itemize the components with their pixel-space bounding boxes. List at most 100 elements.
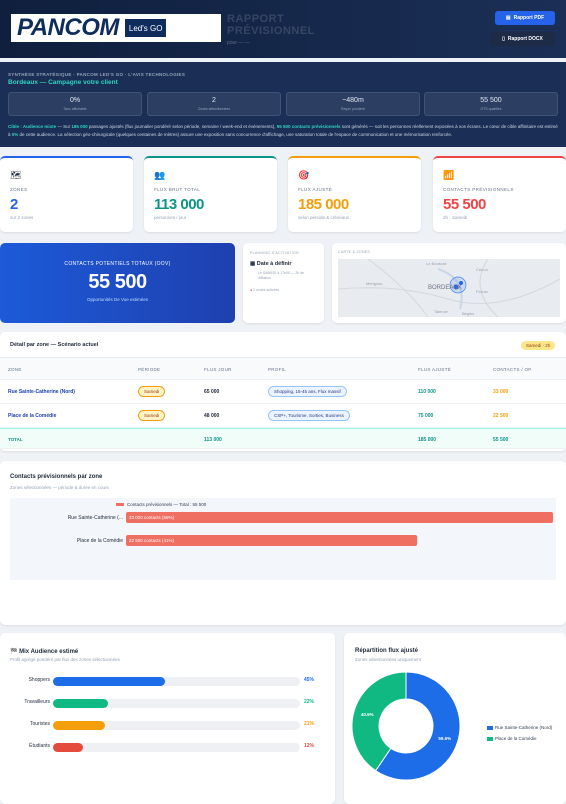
total-label: TOTAL bbox=[8, 437, 23, 442]
kpi-value: 0% bbox=[69, 97, 81, 104]
desc-part: de cette audience. La sélection géo-chir… bbox=[18, 132, 453, 137]
total-contacts-sub: Opportunités De Vue estimées bbox=[86, 297, 149, 302]
mix-row: Touristes 21% bbox=[0, 719, 335, 731]
total-contacts-card: CONTACTS POTENTIELS TOTAUX (OOV) 55 500 … bbox=[0, 243, 235, 323]
total-contacts-label: CONTACTS POTENTIELS TOTAUX (OOV) bbox=[64, 261, 171, 267]
period-pill: Samedi bbox=[138, 410, 166, 421]
kpi-radius: ~480m Rayon pondéré bbox=[286, 92, 420, 116]
mix-track bbox=[53, 743, 300, 752]
planning-date: ▦ Date à définir bbox=[250, 261, 292, 267]
table-column-headers: ZONE PÉRIODE FLUX JOUR PROFIL FLUX AJUST… bbox=[0, 358, 566, 380]
map-place-label: Talence bbox=[434, 309, 449, 314]
mix-row: Shoppers 45% bbox=[0, 675, 335, 687]
mix-row: Travailleurs 22% bbox=[0, 697, 335, 709]
total-adjusted: 185 000 bbox=[418, 437, 437, 443]
kpi-value: ~480m bbox=[342, 97, 364, 104]
legend-swatch bbox=[487, 725, 493, 730]
kpi-label: Taux affichable bbox=[63, 107, 87, 111]
desc-part: 55 500 contacts prévisionnels bbox=[276, 124, 341, 129]
docx-button-label: Rapport DOCX bbox=[507, 36, 543, 42]
docx-report-button[interactable]: ▯ Rapport DOCX bbox=[490, 32, 555, 46]
repartition-title: Répartition flux ajusté bbox=[355, 648, 419, 654]
map-place-label: Bègles bbox=[462, 311, 474, 316]
mix-bar bbox=[53, 743, 83, 752]
slice-label: 40.5% bbox=[361, 712, 374, 717]
flux-ajuste: 75 000 bbox=[418, 413, 434, 419]
pdf-report-button[interactable]: ▤ Rapport PDF bbox=[495, 11, 555, 25]
contacts-value: 33 000 bbox=[493, 389, 509, 395]
planning-slot: Le SAMEDI à 17h00 — 2h de diffusion bbox=[258, 271, 305, 280]
stat-label: FLUX BRUT TOTAL bbox=[154, 187, 201, 192]
zone-chart-legend[interactable]: Contacts prévisionnels — Total : 55 500 bbox=[116, 502, 206, 507]
mix-bar bbox=[53, 677, 165, 686]
logo-name: PANCOM bbox=[17, 14, 119, 41]
kpi-label: OTS qualifiés bbox=[480, 107, 502, 111]
mix-percent: 22% bbox=[304, 699, 315, 705]
logo-tag: Led's GO bbox=[124, 19, 167, 37]
column-header: CONTACTS / OP. bbox=[493, 367, 533, 372]
kpi-label: Zones sélectionnées bbox=[197, 107, 231, 111]
mix-row: Étudiants 12% bbox=[0, 741, 335, 753]
category-label: Place de la Comédie bbox=[77, 538, 123, 544]
synthesis-eyebrow: SYNTHÈSE STRATÉGIQUE · PANCOM LED'S GO ·… bbox=[8, 72, 186, 77]
kpi-label: Rayon pondéré bbox=[341, 107, 365, 111]
legend-item[interactable]: Rue Sainte-Catherine (Nord) bbox=[487, 725, 552, 730]
mix-percent: 21% bbox=[304, 721, 315, 727]
map-place-label: Le Bouscat bbox=[426, 261, 447, 266]
report-title-line1: RAPPORT bbox=[227, 13, 285, 25]
pdf-button-label: Rapport PDF bbox=[513, 15, 545, 21]
map-card: CARTE & ZONES BORDEAUX Le Bouscat Cenon … bbox=[332, 243, 566, 323]
legend-item[interactable]: Place de la Comédie bbox=[487, 736, 537, 741]
total-contacts: 55 500 bbox=[493, 437, 509, 443]
map-place-label: Floirac bbox=[476, 289, 488, 294]
flux-jour: 65 000 bbox=[204, 389, 220, 395]
zone-bar[interactable] bbox=[126, 512, 553, 523]
stat-label: CONTACTS PRÉVISIONNELS bbox=[443, 187, 514, 192]
table-total-row: TOTAL 113 000 185 000 55 500 bbox=[0, 428, 566, 449]
zone-chart-area: Rue Sainte-Catherine (... 33 000 contacts… bbox=[10, 498, 556, 580]
profile-pill: CSP+, Tourisme, Sorties, Business bbox=[268, 410, 350, 421]
planning-zones: ● 2 zones activées bbox=[250, 288, 279, 292]
header: PANCOM Led's GO RAPPORT PRÉVISIONNEL pou… bbox=[0, 0, 566, 58]
planning-title: PLANNING D'ACTIVATION bbox=[250, 251, 299, 255]
kpi-value: 55 500 bbox=[480, 97, 502, 104]
map-city-label: BORDEAUX bbox=[428, 285, 462, 291]
stat-sub: 2h · Samedi bbox=[443, 215, 468, 220]
document-icon: ▯ bbox=[502, 36, 505, 42]
planning-date-text: Date à définir bbox=[256, 261, 292, 267]
mix-percent: 12% bbox=[304, 743, 315, 749]
zone-name: Rue Sainte-Catherine (Nord) bbox=[8, 389, 75, 395]
zone-chart-title: Contacts prévisionnels par zone bbox=[10, 474, 103, 480]
zone-chart-subtitle: Zones sélectionnées — période & durée en… bbox=[10, 485, 109, 490]
stat-value: 185 000 bbox=[298, 196, 349, 213]
desc-part: 185 000 bbox=[71, 124, 88, 129]
stat-sub: personnes / jour bbox=[154, 215, 187, 220]
world-map-icon: 🗺 bbox=[10, 170, 22, 180]
stat-card-contacts: 📶 CONTACTS PRÉVISIONNELS 55 500 2h · Sam… bbox=[433, 156, 566, 232]
bar-data-label: 22 500 contacts (41%) bbox=[129, 538, 175, 543]
table-header-bar: Détail par zone — Scénario actuel Samedi… bbox=[0, 332, 566, 358]
map-canvas: BORDEAUX Le Bouscat Cenon Mérignac Floir… bbox=[338, 259, 560, 317]
total-flux: 113 000 bbox=[204, 437, 222, 443]
desc-part: Cible : Audience mixte bbox=[8, 124, 57, 129]
column-header: PROFIL bbox=[268, 367, 287, 372]
mix-label: Touristes bbox=[29, 721, 50, 727]
mix-title-text: Mix Audience estimé bbox=[19, 649, 79, 655]
profile-pill: Shopping, 15-45 ans, Flux massif bbox=[268, 386, 347, 397]
kpi-value: 2 bbox=[212, 97, 216, 104]
map-view[interactable]: BORDEAUX Le Bouscat Cenon Mérignac Floir… bbox=[338, 259, 560, 317]
legend-label: Contacts prévisionnels — Total : 55 500 bbox=[127, 502, 207, 507]
legend-label: Place de la Comédie bbox=[495, 736, 537, 741]
period-pill: Samedi bbox=[138, 386, 166, 397]
checkered-flag-icon: 🏁 bbox=[10, 649, 20, 655]
report-subtitle: pour — — bbox=[227, 40, 250, 46]
stat-card-zones: 🗺 ZONES 2 sur 2 zones bbox=[0, 156, 133, 232]
map-place-label: Cenon bbox=[476, 267, 488, 272]
category-label: Rue Sainte-Catherine (... bbox=[68, 515, 123, 521]
map-place-label: Mérignac bbox=[366, 281, 382, 286]
column-header: ZONE bbox=[8, 367, 22, 372]
mix-track bbox=[53, 721, 300, 730]
legend-label: Rue Sainte-Catherine (Nord) bbox=[495, 725, 553, 730]
report-title: RAPPORT PRÉVISIONNEL bbox=[227, 13, 315, 37]
pdf-icon: ▤ bbox=[505, 15, 511, 21]
